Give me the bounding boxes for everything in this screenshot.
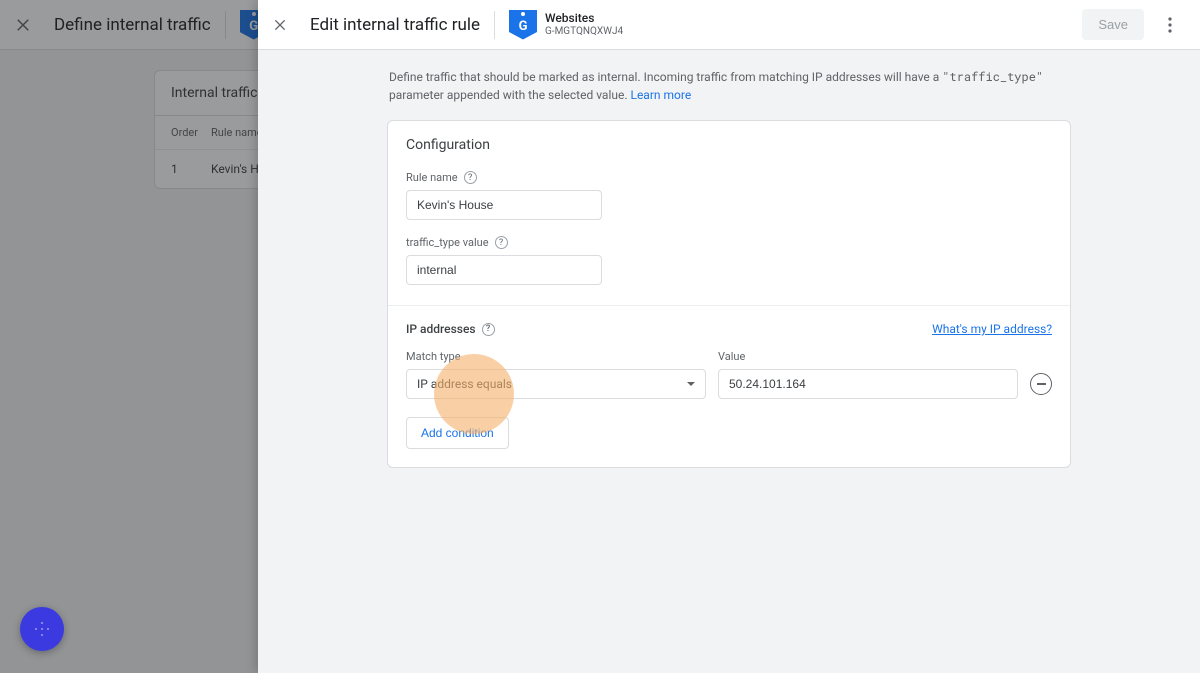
match-type-select[interactable]: IP address equals xyxy=(406,369,706,399)
rule-name-input[interactable] xyxy=(406,190,602,220)
help-icon[interactable]: ? xyxy=(464,171,477,184)
rule-name-label: Rule name xyxy=(406,171,458,184)
config-title: Configuration xyxy=(388,121,1070,161)
remove-condition-button[interactable] xyxy=(1030,373,1052,395)
rule-name-field: Rule name ? xyxy=(388,161,1070,226)
ip-condition-row: Match type IP address equals Value xyxy=(406,350,1052,399)
panel-body: Define traffic that should be marked as … xyxy=(258,50,1200,673)
match-type-label: Match type xyxy=(406,350,706,363)
close-icon[interactable] xyxy=(272,17,288,33)
save-button[interactable]: Save xyxy=(1082,9,1144,40)
ip-value-input[interactable] xyxy=(718,369,1018,399)
help-icon[interactable]: ? xyxy=(482,323,495,336)
traffic-type-label: traffic_type value xyxy=(406,236,489,249)
help-icon[interactable]: ? xyxy=(495,236,508,249)
more-button[interactable] xyxy=(1154,9,1186,41)
panel-title: Edit internal traffic rule xyxy=(310,15,480,35)
whats-my-ip-link[interactable]: What's my IP address? xyxy=(932,322,1052,336)
stream-name: Websites xyxy=(545,12,623,25)
description: Define traffic that should be marked as … xyxy=(387,68,1071,104)
stream-id: G-MGTQNQXWJ4 xyxy=(545,26,623,37)
sparkle-icon xyxy=(34,621,50,637)
learn-more-link[interactable]: Learn more xyxy=(630,88,691,102)
ip-title: IP addresses xyxy=(406,322,476,336)
assistant-fab[interactable] xyxy=(20,607,64,651)
value-label: Value xyxy=(718,350,1018,363)
add-condition-button[interactable]: Add condition xyxy=(406,417,509,449)
edit-panel: Edit internal traffic rule G Websites G-… xyxy=(258,0,1200,673)
chevron-down-icon xyxy=(687,382,695,386)
more-vert-icon xyxy=(1168,17,1172,33)
divider xyxy=(494,11,495,39)
minus-icon xyxy=(1037,383,1046,385)
stream-badge: G Websites G-MGTQNQXWJ4 xyxy=(509,10,623,40)
ip-section: IP addresses ? What's my IP address? Mat… xyxy=(388,306,1070,467)
traffic-type-field: traffic_type value ? xyxy=(388,226,1070,291)
traffic-type-input[interactable] xyxy=(406,255,602,285)
panel-header: Edit internal traffic rule G Websites G-… xyxy=(258,0,1200,50)
config-card: Configuration Rule name ? traffic_type v… xyxy=(387,120,1071,468)
tag-icon: G xyxy=(509,10,537,40)
